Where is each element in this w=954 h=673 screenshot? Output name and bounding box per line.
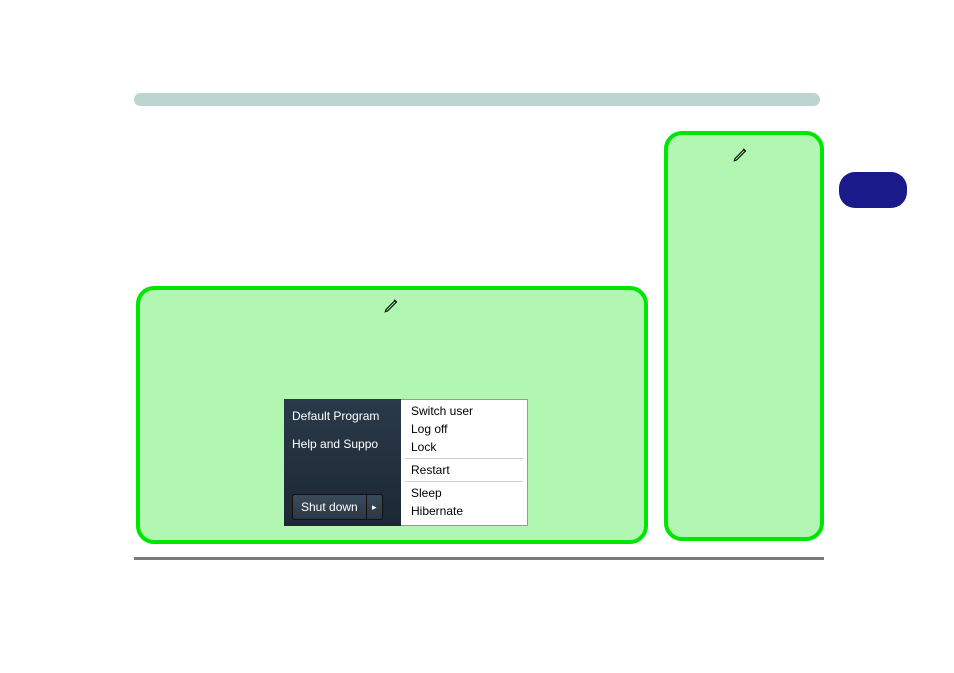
menu-item-switch-user[interactable]: Switch user (401, 402, 527, 420)
blue-pill-button[interactable] (839, 172, 907, 208)
menu-item-hibernate[interactable]: Hibernate (401, 502, 527, 520)
start-menu-shutdown-snippet: Default Program Help and Suppo Shut down… (284, 399, 528, 526)
menu-separator (405, 481, 523, 482)
menu-item-sleep[interactable]: Sleep (401, 484, 527, 502)
pen-icon (383, 296, 401, 314)
shutdown-split-button[interactable]: Shut down ▸ (292, 494, 383, 520)
bottom-divider (134, 557, 824, 560)
start-menu-left-pane: Default Program Help and Suppo Shut down… (284, 399, 401, 526)
start-link-help-support[interactable]: Help and Suppo (292, 437, 401, 451)
menu-item-log-off[interactable]: Log off (401, 420, 527, 438)
menu-separator (405, 458, 523, 459)
shutdown-button-label: Shut down (293, 500, 366, 514)
right-highlight-panel (664, 131, 824, 541)
top-accent-bar (134, 93, 820, 106)
start-link-default-programs[interactable]: Default Program (292, 409, 401, 423)
menu-item-lock[interactable]: Lock (401, 438, 527, 456)
menu-item-restart[interactable]: Restart (401, 461, 527, 479)
power-options-menu: Switch user Log off Lock Restart Sleep H… (401, 399, 528, 526)
pen-icon (732, 145, 750, 163)
shutdown-arrow-icon[interactable]: ▸ (366, 494, 382, 520)
